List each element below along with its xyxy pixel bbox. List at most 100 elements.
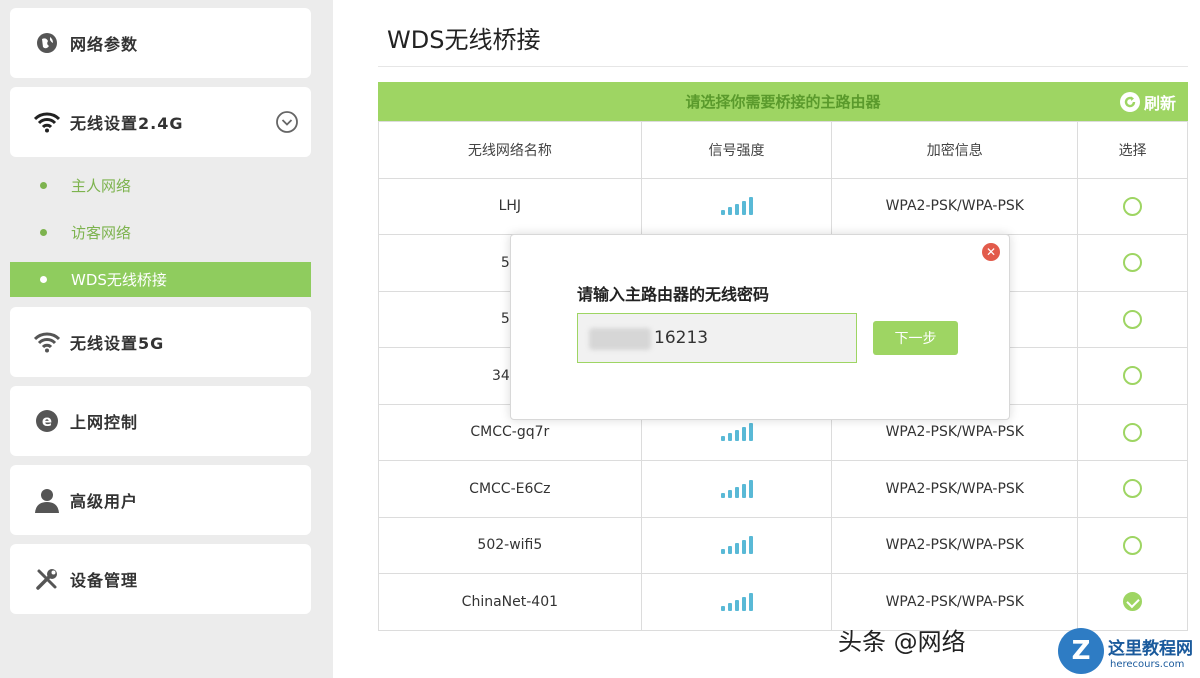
signal-bar — [741, 540, 746, 555]
signal-bar — [741, 596, 746, 611]
logo-url: herecours.com — [1110, 659, 1185, 670]
signal-bar — [727, 433, 732, 442]
signal-bar — [748, 423, 753, 442]
sidebar-item-label: 无线设置5G — [70, 334, 165, 353]
signal-bar — [720, 436, 725, 442]
signal-bar — [720, 605, 725, 611]
sidebar-item-label: 网络参数 — [70, 35, 139, 54]
title-divider — [378, 66, 1188, 67]
signal-bar — [734, 486, 739, 498]
bar-instruction: 请选择你需要桥接的主路由器 — [685, 93, 881, 111]
signal-bar — [727, 602, 732, 611]
radio-button[interactable] — [1123, 535, 1143, 555]
globe-icon — [34, 30, 60, 56]
sidebar-subitem-host-network[interactable]: 主人网络 — [10, 168, 311, 203]
site-logo: Z 这里教程网 herecours.com — [1058, 628, 1200, 678]
refresh-button[interactable]: 刷新 — [1119, 90, 1176, 114]
radio-checked-icon[interactable] — [1123, 592, 1143, 612]
table-header-row: 无线网络名称 信号强度 加密信息 选择 — [378, 121, 1188, 179]
column-header-select: 选择 — [1077, 121, 1188, 179]
table-row[interactable]: ChinaNet-401 WPA2-PSK/WPA-PSK — [378, 573, 1188, 631]
sidebar-item-label: 设备管理 — [70, 571, 139, 590]
refresh-icon — [1119, 92, 1140, 112]
sidebar-item-device-management[interactable]: 设备管理 — [10, 544, 311, 614]
radio-button[interactable] — [1123, 309, 1143, 329]
sidebar-item-wireless-24g[interactable]: 无线设置2.4G — [10, 87, 311, 157]
security-cell: WPA2-PSK/WPA-PSK — [831, 516, 1079, 574]
sidebar-item-wireless-5g[interactable]: 无线设置5G — [10, 307, 311, 377]
dialog-prompt: 请输入主路由器的无线密码 — [577, 285, 770, 304]
column-header-signal: 信号强度 — [640, 121, 833, 179]
sidebar-item-advanced-user[interactable]: 高级用户 — [10, 465, 311, 535]
sidebar-item-internet-control[interactable]: e 上网控制 — [10, 386, 311, 456]
e-icon: e — [34, 408, 60, 434]
sidebar-item-network-params[interactable]: 网络参数 — [10, 8, 311, 78]
security-cell: WPA2-PSK/WPA-PSK — [831, 177, 1079, 235]
table-row[interactable]: LHJ WPA2-PSK/WPA-PSK — [378, 177, 1188, 235]
user-icon — [34, 487, 60, 513]
signal-bar — [748, 592, 753, 611]
signal-bar — [734, 543, 739, 555]
select-cell — [1077, 290, 1188, 348]
sidebar-item-label: 高级用户 — [70, 492, 139, 511]
select-cell — [1077, 516, 1188, 574]
sidebar-subitem-label: 主人网络 — [71, 177, 132, 195]
signal-bar — [748, 197, 753, 216]
password-dialog: ✕ 请输入主路由器的无线密码 下一步 — [510, 234, 1010, 420]
close-icon[interactable]: ✕ — [982, 243, 1000, 261]
select-cell — [1077, 573, 1188, 631]
radio-button[interactable] — [1123, 422, 1143, 442]
select-cell — [1077, 234, 1188, 292]
signal-bar — [741, 427, 746, 442]
radio-button[interactable] — [1123, 253, 1143, 273]
signal-bar — [741, 201, 746, 216]
ssid-cell: CMCC-E6Cz — [378, 460, 642, 518]
refresh-label: 刷新 — [1143, 94, 1176, 113]
tools-icon — [34, 566, 60, 592]
signal-bar — [720, 210, 725, 216]
signal-bar — [727, 489, 732, 498]
signal-strength-icon — [720, 589, 753, 611]
signal-cell — [640, 177, 833, 235]
bullet-icon — [40, 229, 47, 236]
sidebar-subitem-guest-network[interactable]: 访客网络 — [10, 215, 311, 250]
signal-strength-icon — [720, 476, 753, 498]
redacted-text-blur — [589, 328, 651, 350]
svg-text:e: e — [42, 412, 52, 430]
signal-bar — [741, 483, 746, 498]
column-header-security: 加密信息 — [831, 121, 1079, 179]
radio-button[interactable] — [1123, 196, 1143, 216]
sidebar-subitem-wds-bridge[interactable]: WDS无线桥接 — [10, 262, 311, 297]
ssid-cell: ChinaNet-401 — [378, 573, 642, 631]
sidebar-item-label: 上网控制 — [70, 413, 139, 432]
signal-bar — [734, 204, 739, 216]
page-title: WDS无线桥接 — [387, 26, 541, 54]
next-step-button[interactable]: 下一步 — [873, 321, 958, 355]
sidebar-subitem-label: 访客网络 — [71, 224, 132, 242]
radio-button[interactable] — [1123, 366, 1143, 386]
ssid-cell: LHJ — [378, 177, 642, 235]
signal-strength-icon — [720, 532, 753, 555]
signal-cell — [640, 573, 833, 631]
signal-strength-icon — [720, 419, 753, 442]
select-cell — [1077, 177, 1188, 235]
table-row[interactable]: CMCC-E6Cz WPA2-PSK/WPA-PSK — [378, 460, 1188, 518]
chevron-down-icon[interactable] — [275, 110, 299, 134]
bullet-icon — [40, 276, 47, 283]
signal-strength-icon — [720, 193, 753, 216]
table-row[interactable]: 502-wifi5 WPA2-PSK/WPA-PSK — [378, 516, 1188, 574]
signal-bar — [727, 207, 732, 216]
watermark-text: 头条 @网络 — [838, 628, 966, 656]
column-header-ssid: 无线网络名称 — [378, 121, 642, 179]
radio-button[interactable] — [1123, 479, 1143, 499]
signal-bar — [748, 479, 753, 498]
table-header-bar: 请选择你需要桥接的主路由器 刷新 — [378, 82, 1188, 121]
signal-bar — [734, 430, 739, 442]
signal-bar — [720, 492, 725, 498]
sidebar-subitem-label: WDS无线桥接 — [71, 271, 167, 289]
select-cell — [1077, 403, 1188, 461]
ssid-cell: 502-wifi5 — [378, 516, 642, 574]
signal-bar — [748, 536, 753, 555]
sidebar: 网络参数 无线设置2.4G 主人网络 访客网络 WDS无线桥接 无线设置5G e… — [0, 0, 333, 678]
signal-cell — [640, 460, 833, 518]
